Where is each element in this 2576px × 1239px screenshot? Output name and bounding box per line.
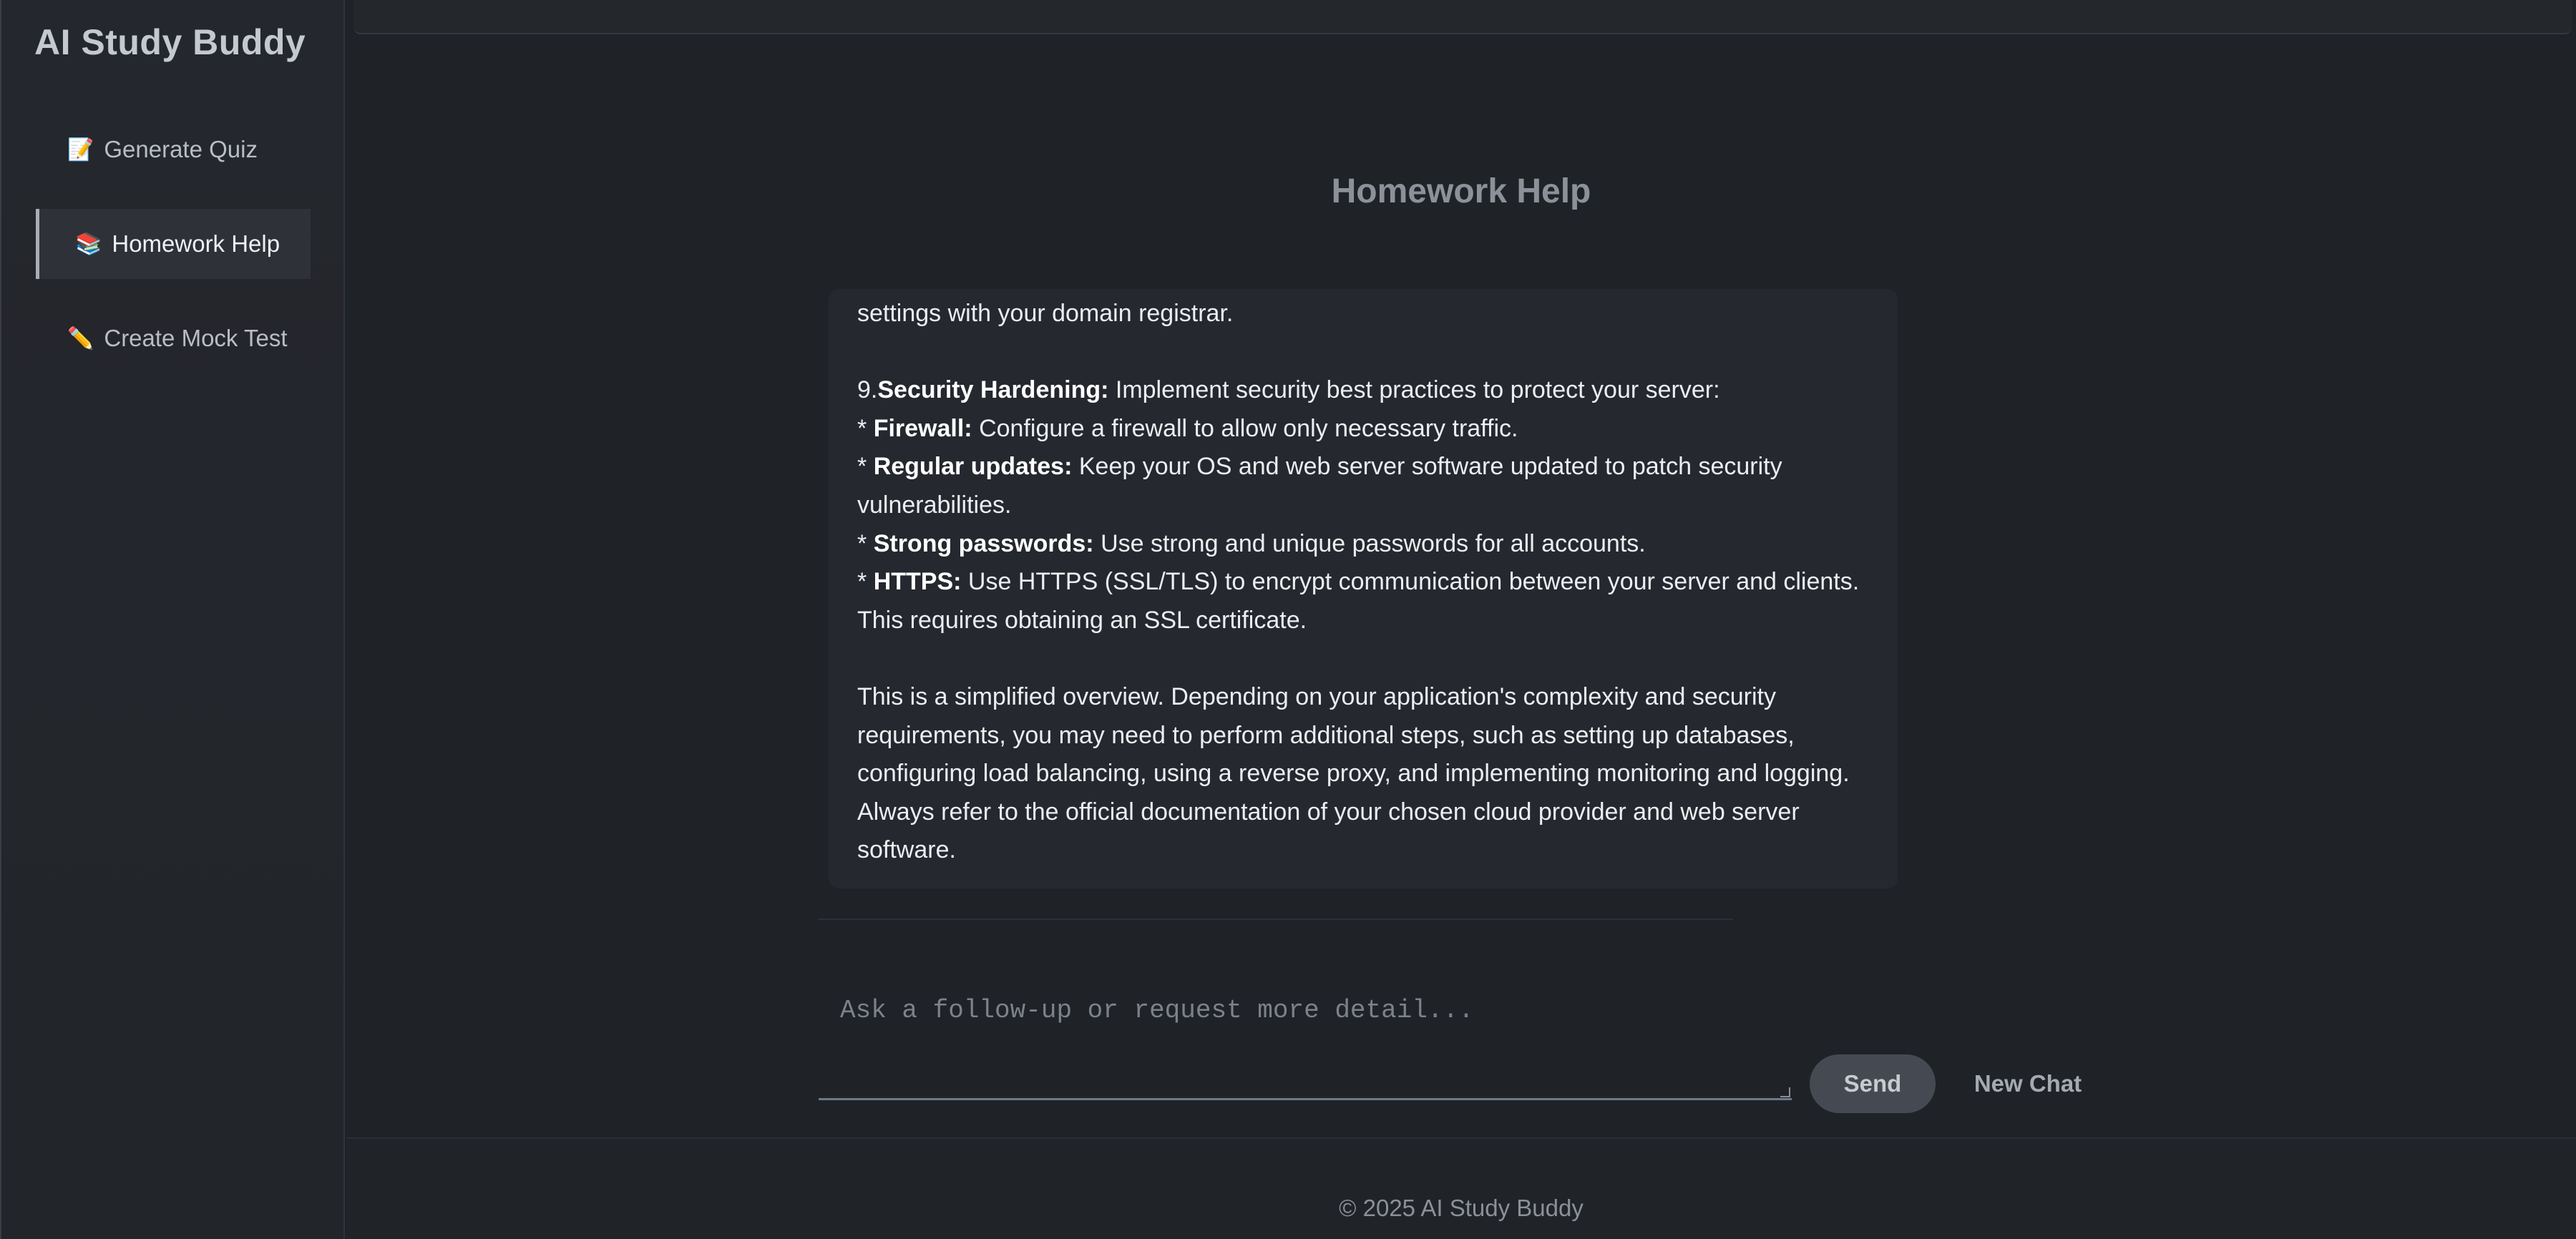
sidebar-item-homework-help[interactable]: 📚 Homework Help	[36, 209, 311, 279]
sidebar-item-generate-quiz[interactable]: 📝 Generate Quiz	[36, 114, 311, 185]
sidebar-item-label: Generate Quiz	[104, 136, 258, 162]
response-closing: This is a simplified overview. Depending…	[857, 682, 1850, 864]
memo-icon: 📝	[67, 137, 94, 162]
sidebar-item-create-mock-test[interactable]: ✏️ Create Mock Test	[36, 303, 311, 373]
top-bar	[353, 0, 2572, 34]
resize-handle-icon[interactable]	[1780, 1087, 1790, 1097]
page-title: Homework Help	[1331, 172, 1591, 210]
pencil-icon: ✏️	[67, 325, 94, 351]
response-line: settings with your domain registrar.	[857, 300, 1234, 327]
response-bullet-https: * HTTPS: Use HTTPS (SSL/TLS) to encrypt …	[857, 568, 1860, 634]
assistant-response: settings with your domain registrar. 9.S…	[829, 289, 1898, 888]
footer-copyright: © 2025 AI Study Buddy	[1339, 1195, 1584, 1221]
app-title: AI Study Buddy	[34, 22, 306, 62]
divider	[819, 919, 1733, 920]
response-bullet-firewall: * Firewall: Configure a firewall to allo…	[857, 414, 1518, 442]
response-bullet-updates: * Regular updates: Keep your OS and web …	[857, 453, 1782, 519]
send-button[interactable]: Send	[1810, 1054, 1936, 1113]
response-step-9: 9.Security Hardening: Implement security…	[857, 376, 1720, 404]
sidebar-item-label: Homework Help	[112, 230, 280, 257]
follow-up-input[interactable]	[819, 984, 1792, 1100]
new-chat-button[interactable]: New Chat	[1956, 1054, 2099, 1113]
sidebar-item-label: Create Mock Test	[104, 325, 288, 351]
response-bullet-passwords: * Strong passwords: Use strong and uniqu…	[857, 529, 1646, 557]
footer: © 2025 AI Study Buddy	[346, 1137, 2576, 1239]
composer	[819, 984, 1792, 1103]
sidebar: AI Study Buddy 📝 Generate Quiz 📚 Homewor…	[0, 0, 345, 1239]
main-panel: Homework Help settings with your domain …	[346, 0, 2576, 1239]
books-icon: 📚	[75, 231, 102, 257]
